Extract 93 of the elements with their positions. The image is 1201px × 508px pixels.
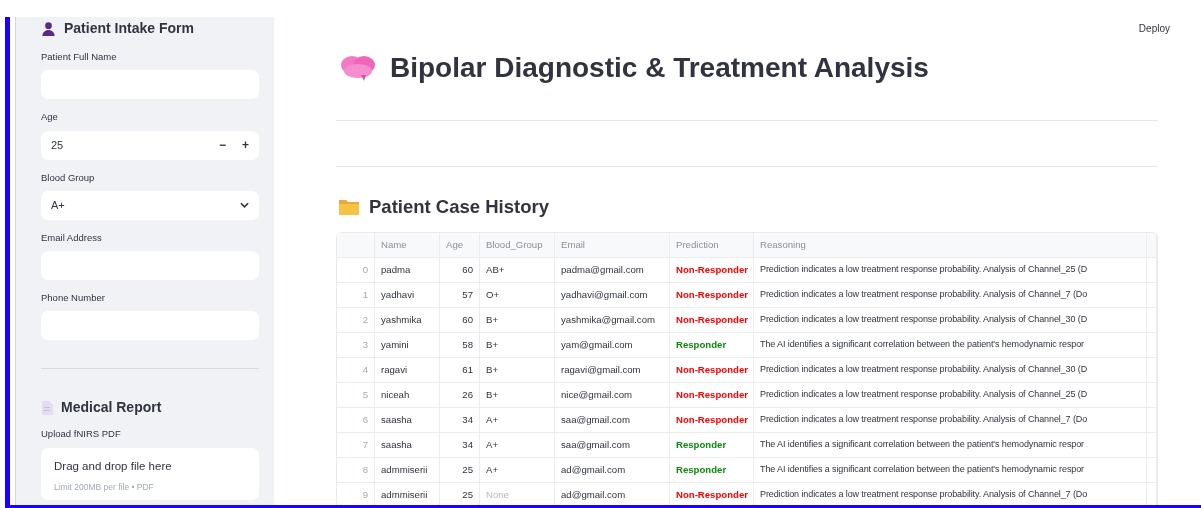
row-index: 2 [337,307,375,333]
prediction-cell: Non-Responder [670,407,754,433]
field-label: Upload fNIRS PDF [41,427,122,442]
table-cell: 60 [440,257,480,283]
prediction-cell: Non-Responder [670,257,754,283]
prediction-cell: Non-Responder [670,382,754,408]
field-label: Phone Number [41,291,106,305]
sidebar-title: Patient Intake Form [64,19,194,38]
table-cell: The AI identifies a significant correlation between the patient's hemodynamic respor [754,457,1147,483]
table-cell: Prediction indicates a low treatment response probability. Analysis of Channel_30 (D [754,357,1147,383]
table-cell: Prediction indicates a low treatment response probability. Analysis of Channel_7 (Do [754,407,1147,433]
row-index: 7 [337,432,375,458]
table-cell: A+ [480,407,555,433]
table-cell: B+ [480,332,555,358]
table-cell: 26 [440,382,480,408]
prediction-cell: Non-Responder [670,282,754,308]
table-cell: yashmika@gmail.com [555,307,670,333]
table-cell: admmiserii [375,482,440,505]
table-cell: B+ [480,357,555,383]
table-cell: The AI identifies a significant correlation between the patient's hemodynamic respor [754,332,1147,358]
row-index: 3 [337,332,375,358]
table-cell: ragavi@gmail.com [555,357,670,383]
prediction-cell: Non-Responder [670,357,754,383]
table-cell: 34 [440,407,480,433]
chevron-down-icon [240,202,249,209]
brain-icon [340,53,376,83]
table-cell: The AI identifies a significant correlation between the patient's hemodynamic respor [754,432,1147,458]
file-dropzone[interactable]: Drag and drop file here Limit 200MB per file • PDF [41,447,259,500]
table-cell: Prediction indicates a low treatment response probability. Analysis of Channel_30 (D [754,307,1147,333]
prediction-cell: Responder [670,457,754,483]
table-cell: niceah [375,382,440,408]
row-index: 8 [337,457,375,483]
field-label: Email Address [41,230,103,245]
select-field[interactable]: A+ [41,190,259,220]
table-cell: nice@gmail.com [555,382,670,408]
table-cell: 61 [440,357,480,383]
table-cell: ragavi [375,357,440,383]
table-cell: None [480,482,555,505]
table-cell: Prediction indicates a low treatment response probability. Analysis of Channel_25 (D [754,382,1147,408]
field-label: Patient Full Name [41,50,118,64]
number-input[interactable]: 25 − + [41,130,259,160]
table-cell: 60 [440,307,480,333]
table-cell: 25 [440,457,480,483]
table-cell: padma@gmail.com [555,257,670,283]
table-cell: ad@gmail.com [555,482,670,505]
table-cell: B+ [480,307,555,333]
prediction-cell: Non-Responder [670,482,754,505]
table-cell: Prediction indicates a low treatment response probability. Analysis of Channel_25 (D [754,257,1147,283]
row-index: 6 [337,407,375,433]
table-cell: yadhavi@gmail.com [555,282,670,308]
row-index: 5 [337,382,375,408]
table-cell: Prediction indicates a low treatment response probability. Analysis of Channel_7 (Do [754,282,1147,308]
decrement-button[interactable]: − [218,136,226,154]
table-cell: yashmika [375,307,440,333]
page-title: Bipolar Diagnostic & Treatment Analysis [390,51,929,85]
folder-icon [338,197,360,217]
table-cell: saasha [375,432,440,458]
table-cell: yam@gmail.com [555,332,670,358]
table-cell: A+ [480,457,555,483]
table-cell: 34 [440,432,480,458]
row-index: 1 [337,282,375,308]
section-title: Medical Report [61,398,162,418]
table-cell: yadhavi [375,282,440,308]
field-label: Blood Group [41,170,96,185]
table-cell: yamini [375,332,440,358]
row-index: 4 [337,357,375,383]
table-cell: ad@gmail.com [555,457,670,483]
prediction-cell: Responder [670,432,754,458]
table-cell: B+ [480,382,555,408]
row-index: 9 [337,482,375,505]
document-icon [41,400,53,415]
dropzone-text: Drag and drop file here [54,458,173,474]
section-title: Patient Case History [369,195,549,219]
deploy-button[interactable]: Deploy [1138,21,1170,36]
table-cell: admmiserii [375,457,440,483]
dropzone-hint: Limit 200MB per file • PDF [54,480,155,494]
increment-button[interactable]: + [242,136,249,154]
table-cell: Prediction indicates a low treatment response probability. Analysis of Channel_7 (Do [754,482,1147,505]
table-cell: saa@gmail.com [555,407,670,433]
table-cell: O+ [480,282,555,308]
table-cell: A+ [480,432,555,458]
field-label: Age [41,110,59,125]
table-cell: 58 [440,332,480,358]
person-icon [41,21,56,36]
table-cell: 25 [440,482,480,505]
table-cell: padma [375,257,440,283]
prediction-cell: Responder [670,332,754,358]
prediction-cell: Non-Responder [670,307,754,333]
table-cell: saa@gmail.com [555,432,670,458]
table-cell: saasha [375,407,440,433]
table-cell: AB+ [480,257,555,283]
row-index: 0 [337,257,375,283]
table-cell: 57 [440,282,480,308]
